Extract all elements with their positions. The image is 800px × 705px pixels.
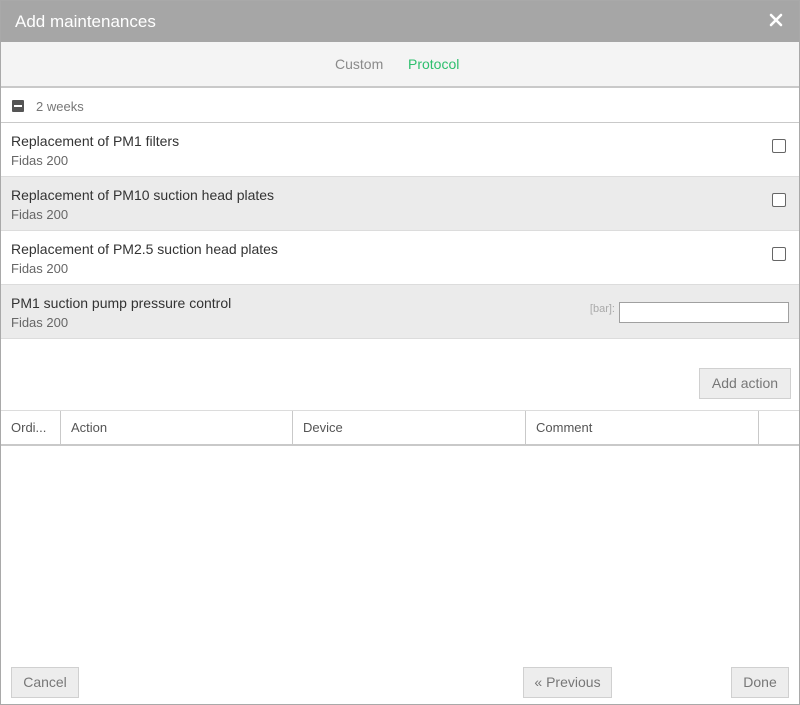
- maintenance-item-name: Replacement of PM2.5 suction head plates: [11, 241, 278, 257]
- cancel-button[interactable]: Cancel: [11, 667, 79, 698]
- group-header[interactable]: 2 weeks: [1, 89, 799, 123]
- maintenance-item-name: Replacement of PM1 filters: [11, 133, 180, 149]
- column-header-action[interactable]: Action: [61, 411, 293, 445]
- add-action-button[interactable]: Add action: [699, 368, 791, 399]
- add-maintenances-dialog: Add maintenances Custom Protocol 2 weeks…: [0, 0, 800, 705]
- pressure-unit-label: [bar]:: [589, 303, 615, 315]
- actions-table-body: [1, 446, 799, 656]
- maintenance-item: PM1 suction pump pressure control Fidas …: [1, 285, 799, 339]
- collapse-icon[interactable]: [12, 100, 24, 112]
- maintenance-item-checkbox[interactable]: [772, 193, 786, 207]
- column-header-device[interactable]: Device: [293, 411, 526, 445]
- maintenance-item-device: Fidas 200: [11, 315, 69, 330]
- close-icon[interactable]: [767, 11, 785, 29]
- maintenance-item: Replacement of PM2.5 suction head plates…: [1, 231, 799, 285]
- maintenance-item-device: Fidas 200: [11, 261, 69, 276]
- maintenance-item: Replacement of PM10 suction head plates …: [1, 177, 799, 231]
- tab-custom[interactable]: Custom: [335, 56, 383, 72]
- maintenance-item-device: Fidas 200: [11, 153, 69, 168]
- done-button[interactable]: Done: [731, 667, 789, 698]
- pressure-input[interactable]: [619, 302, 789, 323]
- tab-protocol[interactable]: Protocol: [408, 56, 459, 72]
- maintenance-item-name: Replacement of PM10 suction head plates: [11, 187, 275, 203]
- group-label: 2 weeks: [36, 99, 84, 114]
- dialog-title: Add maintenances: [15, 12, 156, 31]
- tab-bar: Custom Protocol: [1, 42, 799, 88]
- column-header-order[interactable]: Ordi...: [1, 411, 61, 445]
- maintenance-item-checkbox[interactable]: [772, 247, 786, 261]
- actions-table-header: Ordi... Action Device Comment: [1, 410, 799, 446]
- maintenance-item-name: PM1 suction pump pressure control: [11, 295, 232, 311]
- column-header-comment[interactable]: Comment: [526, 411, 759, 445]
- maintenance-item: Replacement of PM1 filters Fidas 200: [1, 123, 799, 177]
- previous-button[interactable]: « Previous: [523, 667, 612, 698]
- maintenance-item-checkbox[interactable]: [772, 139, 786, 153]
- dialog-titlebar: Add maintenances: [1, 1, 799, 42]
- maintenance-item-device: Fidas 200: [11, 207, 69, 222]
